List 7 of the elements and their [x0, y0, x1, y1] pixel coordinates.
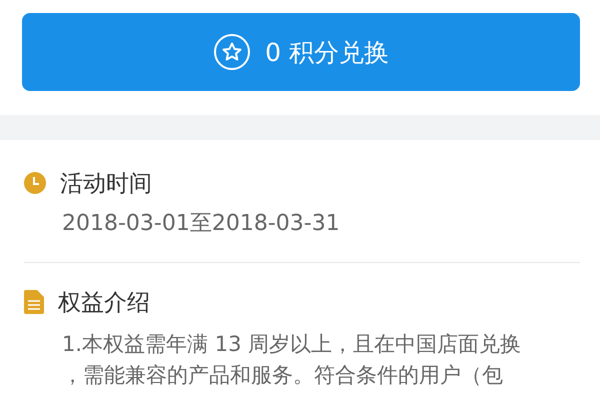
date-range: 2018-03-01至2018-03-31 [62, 210, 341, 238]
section-title: 活动时间 [60, 170, 152, 198]
document-icon [24, 290, 44, 314]
description-text: 1.本权益需年满 13 周岁以上，且在中国店面兑换，需能兼容的产品和服务。符合条件的用户（包 [62, 331, 522, 389]
clock-icon [24, 172, 46, 194]
section-title: 权益介绍 [58, 288, 150, 318]
redeem-button[interactable]: 0 积分兑换 [22, 13, 580, 91]
